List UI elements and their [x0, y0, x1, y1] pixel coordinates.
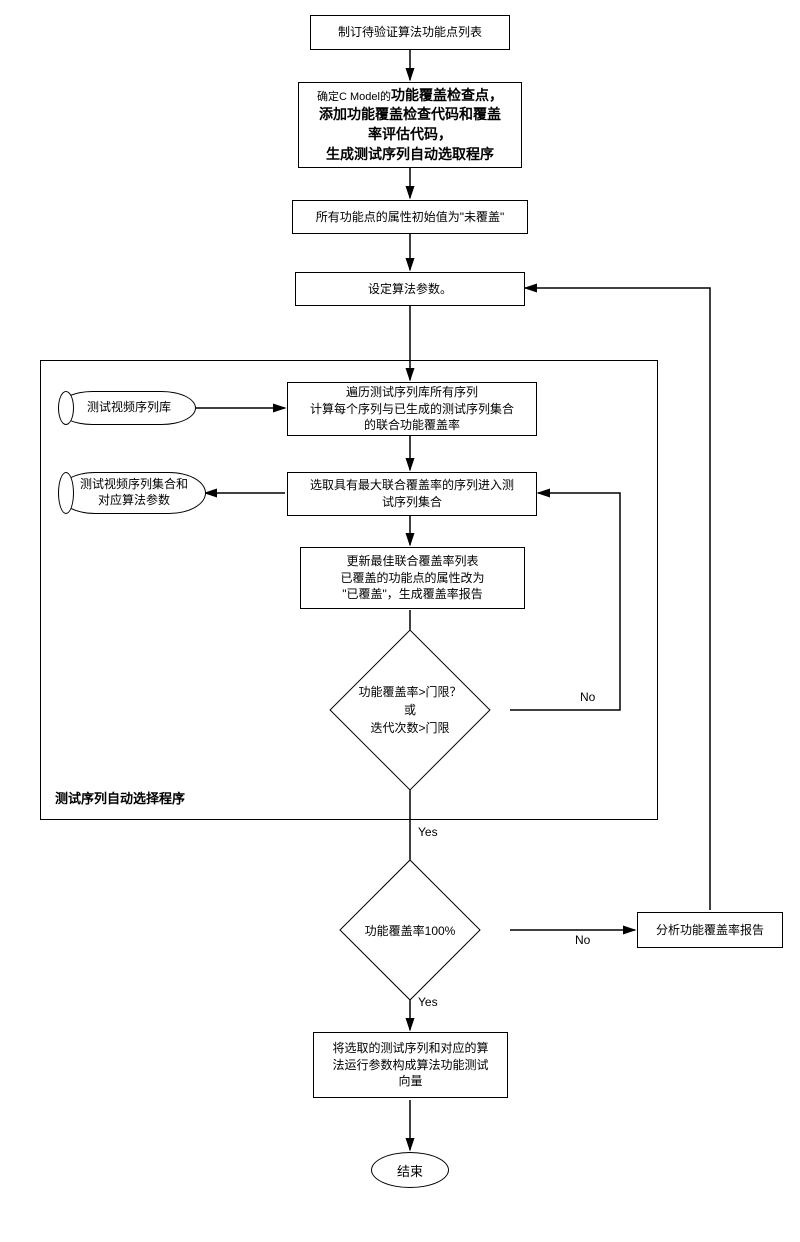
n3-text: 所有功能点的属性初始值为"未覆盖" [316, 209, 505, 226]
n4-text: 设定算法参数。 [368, 281, 452, 298]
node-n9: 将选取的测试序列和对应的算 法运行参数构成算法功能测试 向量 [313, 1032, 508, 1098]
label-d1-no: No [580, 690, 595, 704]
n8-text: 分析功能覆盖率报告 [656, 922, 764, 939]
n2-l3: 生成测试序列自动选取程序 [326, 146, 494, 162]
group-label: 测试序列自动选择程序 [55, 788, 185, 807]
n5-text: 遍历测试序列库所有序列 计算每个序列与已生成的测试序列集合 的联合功能覆盖率 [310, 384, 514, 434]
decision-d2 [339, 859, 480, 1000]
n2-text: 确定C Model的功能覆盖检查点， 添加功能覆盖检查代码和覆盖 率评估代码， … [317, 86, 503, 164]
n5-l2: 计算每个序列与已生成的测试序列集合 [310, 402, 514, 416]
ds2-l1: 测试视频序列集合和 [80, 477, 188, 491]
ds1-text: 测试视频序列库 [87, 400, 171, 416]
n9-l2: 法运行参数构成算法功能测试 [332, 1058, 488, 1072]
n7-text: 更新最佳联合覆盖率列表 已覆盖的功能点的属性改为 "已覆盖"，生成覆盖率报告 [340, 553, 484, 603]
flowchart: 测试序列自动选择程序 制订待验证算法功能点列表 确定C Model的功能覆盖检查… [10, 10, 790, 1232]
ds2-l2: 对应算法参数 [98, 493, 170, 507]
n6-l1: 选取具有最大联合覆盖率的序列进入测 [310, 478, 514, 492]
label-d1-yes: Yes [418, 825, 438, 839]
node-n6: 选取具有最大联合覆盖率的序列进入测 试序列集合 [287, 472, 537, 516]
datastore-seq-lib: 测试视频序列库 [58, 391, 196, 425]
n9-l1: 将选取的测试序列和对应的算 [332, 1041, 488, 1055]
node-n8: 分析功能覆盖率报告 [637, 912, 783, 948]
n2-l1a: 确定C Model的 [317, 91, 391, 103]
node-n2: 确定C Model的功能覆盖检查点， 添加功能覆盖检查代码和覆盖 率评估代码， … [298, 82, 522, 168]
label-d2-no: No [575, 933, 590, 947]
n9-l3: 向量 [398, 1074, 422, 1088]
n7-l1: 更新最佳联合覆盖率列表 [346, 554, 478, 568]
n2-l2b: 率评估代码， [368, 126, 452, 142]
n5-l1: 遍历测试序列库所有序列 [346, 385, 478, 399]
n5-l3: 的联合功能覆盖率 [364, 418, 460, 432]
ds2-text: 测试视频序列集合和 对应算法参数 [80, 477, 188, 508]
node-n1: 制订待验证算法功能点列表 [310, 15, 510, 50]
n2-l1b: 功能覆盖检查点， [391, 87, 503, 103]
node-n5: 遍历测试序列库所有序列 计算每个序列与已生成的测试序列集合 的联合功能覆盖率 [287, 382, 537, 436]
n6-text: 选取具有最大联合覆盖率的序列进入测 试序列集合 [310, 477, 514, 511]
node-n3: 所有功能点的属性初始值为"未覆盖" [292, 200, 528, 234]
datastore-seq-set: 测试视频序列集合和 对应算法参数 [58, 472, 206, 514]
n7-l2: 已覆盖的功能点的属性改为 [340, 571, 484, 585]
n9-text: 将选取的测试序列和对应的算 法运行参数构成算法功能测试 向量 [332, 1040, 488, 1090]
node-n4: 设定算法参数。 [295, 272, 525, 306]
terminal-end: 结束 [371, 1152, 449, 1188]
n6-l2: 试序列集合 [382, 495, 442, 509]
n2-l2a: 添加功能覆盖检查代码和覆盖 [319, 106, 501, 122]
node-n7: 更新最佳联合覆盖率列表 已覆盖的功能点的属性改为 "已覆盖"，生成覆盖率报告 [300, 547, 525, 609]
end-text: 结束 [397, 1161, 423, 1180]
n1-text: 制订待验证算法功能点列表 [338, 24, 482, 41]
label-d2-yes: Yes [418, 995, 438, 1009]
n7-l3: "已覆盖"，生成覆盖率报告 [342, 587, 483, 601]
